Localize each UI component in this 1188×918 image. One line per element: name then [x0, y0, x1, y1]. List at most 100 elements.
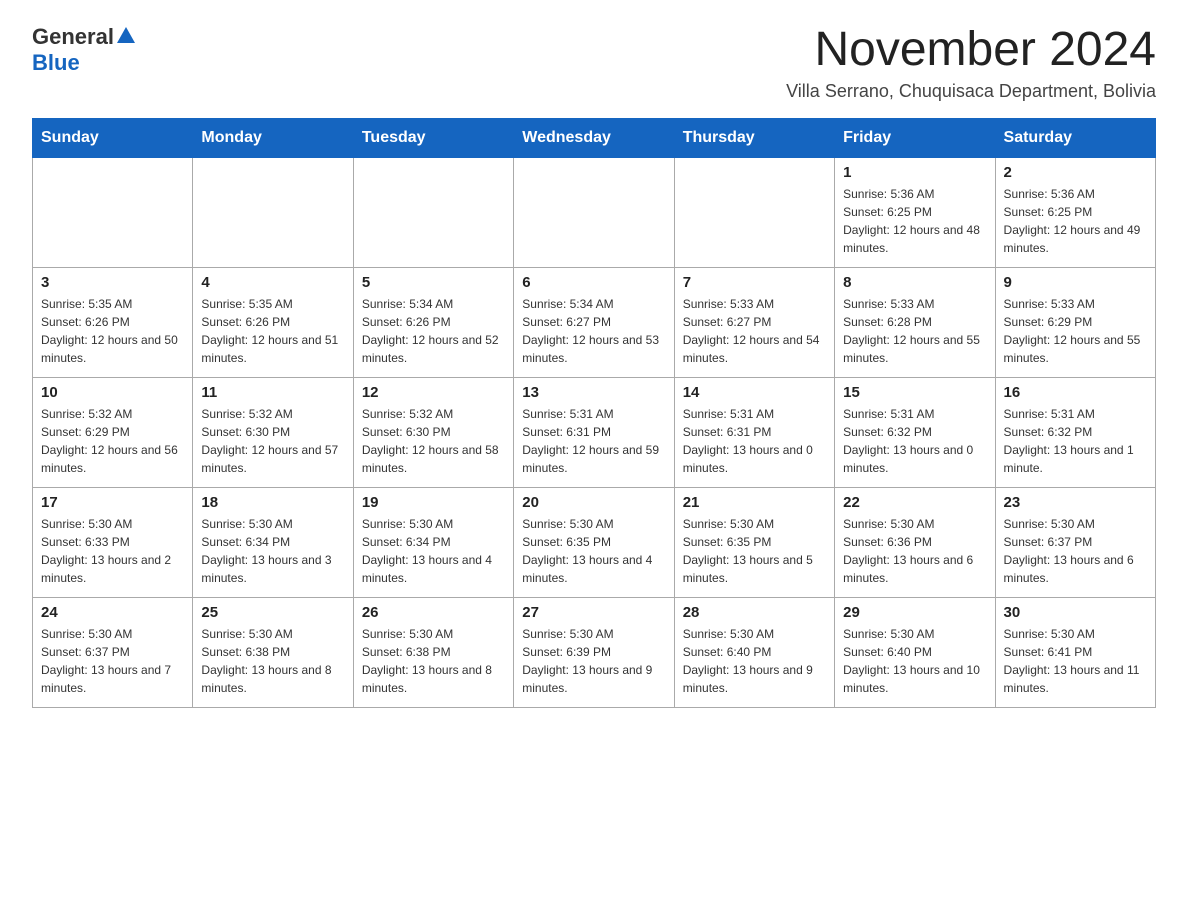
calendar-cell: [193, 157, 353, 267]
weekday-header-monday: Monday: [193, 118, 353, 157]
calendar-cell: [674, 157, 834, 267]
day-number: 20: [522, 494, 665, 511]
logo-general-text: General: [32, 24, 114, 50]
day-number: 17: [41, 494, 184, 511]
calendar-cell: 27Sunrise: 5:30 AM Sunset: 6:39 PM Dayli…: [514, 597, 674, 707]
calendar-cell: 20 Sunrise: 5:30 AM Sunset: 6:35 PM Dayli…: [514, 487, 674, 597]
calendar-cell: 19 Sunrise: 5:30 AM Sunset: 6:34 PM Dayli…: [353, 487, 513, 597]
day-number: 15: [843, 384, 986, 401]
day-number: 13: [522, 384, 665, 401]
day-info: Sunrise: 5:33 AM Sunset: 6:29 PM Dayligh…: [1004, 295, 1147, 367]
calendar-cell: 17 Sunrise: 5:30 AM Sunset: 6:33 PM Dayli…: [33, 487, 193, 597]
month-title: November 2024: [786, 24, 1156, 77]
day-number: 7: [683, 274, 826, 291]
day-number: 22: [843, 494, 986, 511]
calendar-cell: 10 Sunrise: 5:32 AM Sunset: 6:29 PM Dayli…: [33, 377, 193, 487]
calendar-cell: 1 Sunrise: 5:36 AM Sunset: 6:25 PM Daylig…: [835, 157, 995, 267]
weekday-header-thursday: Thursday: [674, 118, 834, 157]
calendar-table: SundayMondayTuesdayWednesdayThursdayFrid…: [32, 118, 1156, 708]
calendar-cell: 6Sunrise: 5:34 AM Sunset: 6:27 PM Daylig…: [514, 267, 674, 377]
calendar-cell: 14 Sunrise: 5:31 AM Sunset: 6:31 PM Dayli…: [674, 377, 834, 487]
day-number: 29: [843, 604, 986, 621]
weekday-header-tuesday: Tuesday: [353, 118, 513, 157]
day-number: 3: [41, 274, 184, 291]
day-info: Sunrise: 5:34 AM Sunset: 6:26 PM Dayligh…: [362, 295, 505, 367]
calendar-cell: 5 Sunrise: 5:34 AM Sunset: 6:26 PM Daylig…: [353, 267, 513, 377]
calendar-cell: 30 Sunrise: 5:30 AM Sunset: 6:41 PM Dayli…: [995, 597, 1155, 707]
day-number: 5: [362, 274, 505, 291]
day-number: 14: [683, 384, 826, 401]
logo: General Blue: [32, 24, 135, 76]
calendar-cell: 15 Sunrise: 5:31 AM Sunset: 6:32 PM Dayli…: [835, 377, 995, 487]
day-info: Sunrise: 5:35 AM Sunset: 6:26 PM Dayligh…: [41, 295, 184, 367]
day-info: Sunrise: 5:30 AM Sunset: 6:35 PM Dayligh…: [683, 515, 826, 587]
day-info: Sunrise: 5:30 AM Sunset: 6:37 PM Dayligh…: [1004, 515, 1147, 587]
calendar-cell: 8 Sunrise: 5:33 AM Sunset: 6:28 PM Daylig…: [835, 267, 995, 377]
calendar-cell: 2Sunrise: 5:36 AM Sunset: 6:25 PM Daylig…: [995, 157, 1155, 267]
day-info: Sunrise: 5:36 AM Sunset: 6:25 PM Dayligh…: [843, 185, 986, 257]
day-info: Sunrise: 5:30 AM Sunset: 6:35 PM Dayligh…: [522, 515, 665, 587]
calendar-cell: 23 Sunrise: 5:30 AM Sunset: 6:37 PM Dayli…: [995, 487, 1155, 597]
calendar-week-row: 10 Sunrise: 5:32 AM Sunset: 6:29 PM Dayli…: [33, 377, 1156, 487]
calendar-cell: [33, 157, 193, 267]
day-number: 18: [201, 494, 344, 511]
day-number: 30: [1004, 604, 1147, 621]
day-info: Sunrise: 5:30 AM Sunset: 6:33 PM Dayligh…: [41, 515, 184, 587]
day-info: Sunrise: 5:32 AM Sunset: 6:29 PM Dayligh…: [41, 405, 184, 477]
day-number: 24: [41, 604, 184, 621]
day-info: Sunrise: 5:31 AM Sunset: 6:31 PM Dayligh…: [522, 405, 665, 477]
day-number: 23: [1004, 494, 1147, 511]
day-info: Sunrise: 5:30 AM Sunset: 6:41 PM Dayligh…: [1004, 625, 1147, 697]
day-number: 4: [201, 274, 344, 291]
day-info: Sunrise: 5:30 AM Sunset: 6:39 PM Dayligh…: [522, 625, 665, 697]
weekday-header-saturday: Saturday: [995, 118, 1155, 157]
day-info: Sunrise: 5:31 AM Sunset: 6:31 PM Dayligh…: [683, 405, 826, 477]
day-info: Sunrise: 5:30 AM Sunset: 6:38 PM Dayligh…: [201, 625, 344, 697]
location-subtitle: Villa Serrano, Chuquisaca Department, Bo…: [786, 81, 1156, 102]
calendar-cell: 4Sunrise: 5:35 AM Sunset: 6:26 PM Daylig…: [193, 267, 353, 377]
calendar-cell: [353, 157, 513, 267]
day-number: 12: [362, 384, 505, 401]
day-number: 26: [362, 604, 505, 621]
day-number: 8: [843, 274, 986, 291]
day-number: 25: [201, 604, 344, 621]
day-info: Sunrise: 5:31 AM Sunset: 6:32 PM Dayligh…: [1004, 405, 1147, 477]
day-info: Sunrise: 5:30 AM Sunset: 6:40 PM Dayligh…: [843, 625, 986, 697]
day-number: 2: [1004, 164, 1147, 181]
day-info: Sunrise: 5:32 AM Sunset: 6:30 PM Dayligh…: [201, 405, 344, 477]
calendar-week-row: 3 Sunrise: 5:35 AM Sunset: 6:26 PM Daylig…: [33, 267, 1156, 377]
day-number: 16: [1004, 384, 1147, 401]
title-block: November 2024 Villa Serrano, Chuquisaca …: [786, 24, 1156, 102]
calendar-cell: 21 Sunrise: 5:30 AM Sunset: 6:35 PM Dayli…: [674, 487, 834, 597]
calendar-cell: 29 Sunrise: 5:30 AM Sunset: 6:40 PM Dayli…: [835, 597, 995, 707]
calendar-cell: 13 Sunrise: 5:31 AM Sunset: 6:31 PM Dayli…: [514, 377, 674, 487]
day-number: 10: [41, 384, 184, 401]
calendar-cell: 16 Sunrise: 5:31 AM Sunset: 6:32 PM Dayli…: [995, 377, 1155, 487]
weekday-header-friday: Friday: [835, 118, 995, 157]
day-info: Sunrise: 5:30 AM Sunset: 6:34 PM Dayligh…: [362, 515, 505, 587]
calendar-week-row: 17 Sunrise: 5:30 AM Sunset: 6:33 PM Dayli…: [33, 487, 1156, 597]
day-info: Sunrise: 5:33 AM Sunset: 6:27 PM Dayligh…: [683, 295, 826, 367]
calendar-cell: 9 Sunrise: 5:33 AM Sunset: 6:29 PM Daylig…: [995, 267, 1155, 377]
logo-triangle-icon: [117, 27, 135, 43]
page-header: General Blue November 2024 Villa Serrano…: [32, 24, 1156, 102]
day-number: 6: [522, 274, 665, 291]
day-info: Sunrise: 5:32 AM Sunset: 6:30 PM Dayligh…: [362, 405, 505, 477]
day-info: Sunrise: 5:30 AM Sunset: 6:34 PM Dayligh…: [201, 515, 344, 587]
calendar-cell: [514, 157, 674, 267]
day-info: Sunrise: 5:31 AM Sunset: 6:32 PM Dayligh…: [843, 405, 986, 477]
calendar-header-row: SundayMondayTuesdayWednesdayThursdayFrid…: [33, 118, 1156, 157]
calendar-cell: 11Sunrise: 5:32 AM Sunset: 6:30 PM Dayli…: [193, 377, 353, 487]
weekday-header-sunday: Sunday: [33, 118, 193, 157]
calendar-cell: 18 Sunrise: 5:30 AM Sunset: 6:34 PM Dayli…: [193, 487, 353, 597]
day-info: Sunrise: 5:33 AM Sunset: 6:28 PM Dayligh…: [843, 295, 986, 367]
calendar-week-row: 1 Sunrise: 5:36 AM Sunset: 6:25 PM Daylig…: [33, 157, 1156, 267]
calendar-cell: 12 Sunrise: 5:32 AM Sunset: 6:30 PM Dayli…: [353, 377, 513, 487]
logo-blue-text: Blue: [32, 50, 80, 76]
day-number: 9: [1004, 274, 1147, 291]
calendar-cell: 7 Sunrise: 5:33 AM Sunset: 6:27 PM Daylig…: [674, 267, 834, 377]
day-info: Sunrise: 5:30 AM Sunset: 6:40 PM Dayligh…: [683, 625, 826, 697]
day-number: 1: [843, 164, 986, 181]
day-number: 21: [683, 494, 826, 511]
day-number: 19: [362, 494, 505, 511]
